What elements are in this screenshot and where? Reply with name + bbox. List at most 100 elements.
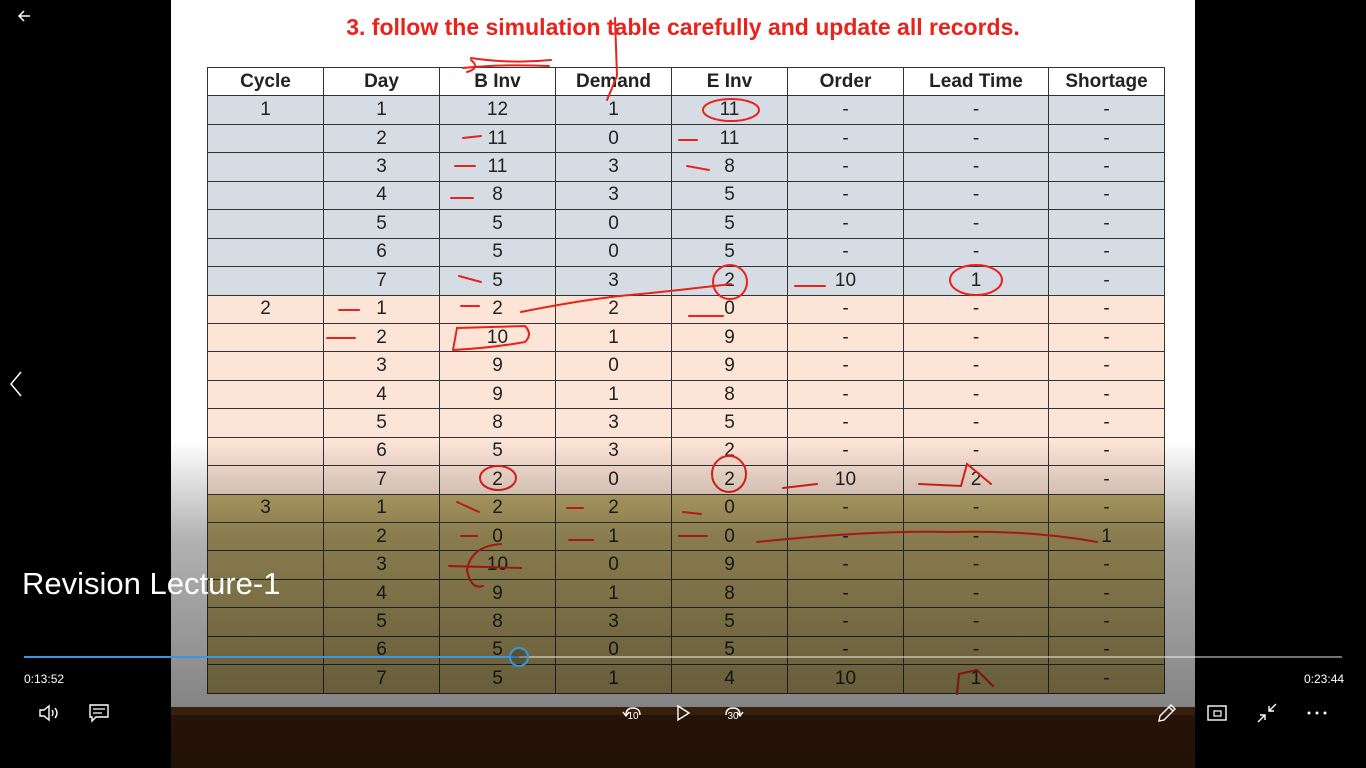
table-cell-cycle: 2 (207, 294, 324, 324)
table-row: 2 11 0 11- - - (207, 123, 1165, 154)
skip-back-label: 10 (627, 711, 639, 722)
table-row: 4918--- (207, 379, 1165, 410)
pen-button[interactable] (1154, 700, 1180, 726)
table-cell-demand: 0 (555, 237, 672, 268)
exit-fullscreen-button[interactable] (1254, 700, 1280, 726)
table-cell-short: - (1048, 209, 1165, 239)
table-cell-binv: 8 (439, 180, 556, 211)
table-cell-short: - (1048, 379, 1165, 410)
table-cell-cycle (207, 180, 324, 211)
header-cell: B Inv (439, 66, 556, 97)
exit-fullscreen-icon (1257, 703, 1277, 723)
table-cell-binv: 10 (439, 322, 556, 353)
table-cell-short: - (1048, 266, 1165, 296)
table-cell-einv: 2 (671, 266, 788, 296)
table-cell-order: - (787, 152, 904, 182)
table-cell-short: - (1048, 180, 1165, 211)
table-row: 3 11 3 8- - - (207, 152, 1165, 182)
table-cell-short: - (1048, 237, 1165, 268)
table-cell-order: - (787, 123, 904, 154)
header-cell: E Inv (671, 66, 788, 97)
captions-button[interactable] (86, 700, 112, 726)
table-cell-cycle (207, 123, 324, 154)
chevron-left-icon (10, 371, 22, 397)
table-cell-demand: 0 (555, 123, 672, 154)
table-cell-binv: 11 (439, 123, 556, 154)
table-cell-short: - (1048, 408, 1165, 438)
table-cell-einv: 8 (671, 152, 788, 182)
table-cell-demand: 1 (555, 95, 672, 125)
table-cell-day: 3 (323, 152, 440, 182)
table-cell-demand: 0 (555, 209, 672, 239)
back-arrow-icon (17, 10, 30, 22)
table-cell-binv: 5 (439, 266, 556, 296)
table-cell-einv: 11 (671, 95, 788, 125)
table-cell-order: - (787, 322, 904, 353)
mini-view-button[interactable] (1204, 700, 1230, 726)
table-cell-cycle (207, 209, 324, 239)
back-button[interactable] (12, 4, 36, 28)
table-cell-binv: 5 (439, 237, 556, 268)
header-cell: Cycle (207, 66, 324, 97)
video-title: Revision Lecture-1 (22, 566, 281, 601)
play-button[interactable] (670, 700, 696, 726)
table-cell-lead: - (903, 95, 1049, 125)
table-cell-lead: - (903, 123, 1049, 154)
table-cell-order: - (787, 294, 904, 324)
table-row: 2 10 1 9- - - (207, 322, 1165, 353)
slide-title: 3. follow the simulation table carefully… (346, 14, 1020, 40)
table-cell-einv: 5 (671, 408, 788, 438)
table-cell-short: - (1048, 152, 1165, 182)
table-row: 5505--- (207, 209, 1165, 239)
total-time: 0:23:44 (1304, 672, 1345, 686)
table-cell-einv: 5 (671, 237, 788, 268)
table-row: 3909--- (207, 351, 1165, 381)
table-cell-day: 5 (323, 408, 440, 438)
previous-button[interactable] (4, 368, 28, 400)
table-row: 21220--- (207, 294, 1165, 324)
table-cell-short: - (1048, 351, 1165, 381)
seek-bar[interactable] (24, 647, 1342, 667)
table-cell-demand: 3 (555, 152, 672, 182)
table-cell-cycle (207, 322, 324, 353)
table-cell-binv: 8 (439, 408, 556, 438)
table-cell-cycle (207, 237, 324, 268)
table-header-row: Cycle Day B Inv Demand E Inv Order Lead Time Sh… (207, 66, 1165, 97)
table-cell-order: 10 (787, 266, 904, 296)
table-cell-demand: 1 (555, 322, 672, 353)
table-cell-cycle (207, 351, 324, 381)
table-cell-demand: 3 (555, 180, 672, 211)
header-cell: Day (323, 66, 440, 97)
table-row: 5835--- (207, 408, 1165, 438)
table-cell-day: 1 (323, 95, 440, 125)
table-cell-demand: 0 (555, 351, 672, 381)
table-cell-day: 2 (323, 322, 440, 353)
table-row: 7 5 3 2 10 1- (207, 266, 1165, 296)
table-cell-short: - (1048, 322, 1165, 353)
table-cell-day: 3 (323, 351, 440, 381)
more-icon (1307, 711, 1327, 715)
table-cell-einv: 11 (671, 123, 788, 154)
table-cell-day: 4 (323, 180, 440, 211)
table-cell-cycle (207, 152, 324, 182)
current-time: 0:13:52 (24, 672, 65, 686)
table-cell-cycle (207, 379, 324, 410)
table-cell-lead: - (903, 322, 1049, 353)
table-row: 4835--- (207, 180, 1165, 211)
table-cell-binv: 11 (439, 152, 556, 182)
table-cell-demand: 3 (555, 408, 672, 438)
play-icon (677, 704, 691, 722)
more-button[interactable] (1304, 700, 1330, 726)
table-cell-day: 5 (323, 209, 440, 239)
table-cell-einv: 5 (671, 180, 788, 211)
table-cell-binv: 2 (439, 294, 556, 324)
table-cell-short: - (1048, 95, 1165, 125)
volume-button[interactable] (36, 700, 62, 726)
table-cell-lead: - (903, 237, 1049, 268)
table-cell-einv: 0 (671, 294, 788, 324)
table-cell-day: 7 (323, 266, 440, 296)
table-cell-lead: - (903, 351, 1049, 381)
table-cell-cycle (207, 408, 324, 438)
table-cell-demand: 2 (555, 294, 672, 324)
table-cell-order: - (787, 408, 904, 438)
